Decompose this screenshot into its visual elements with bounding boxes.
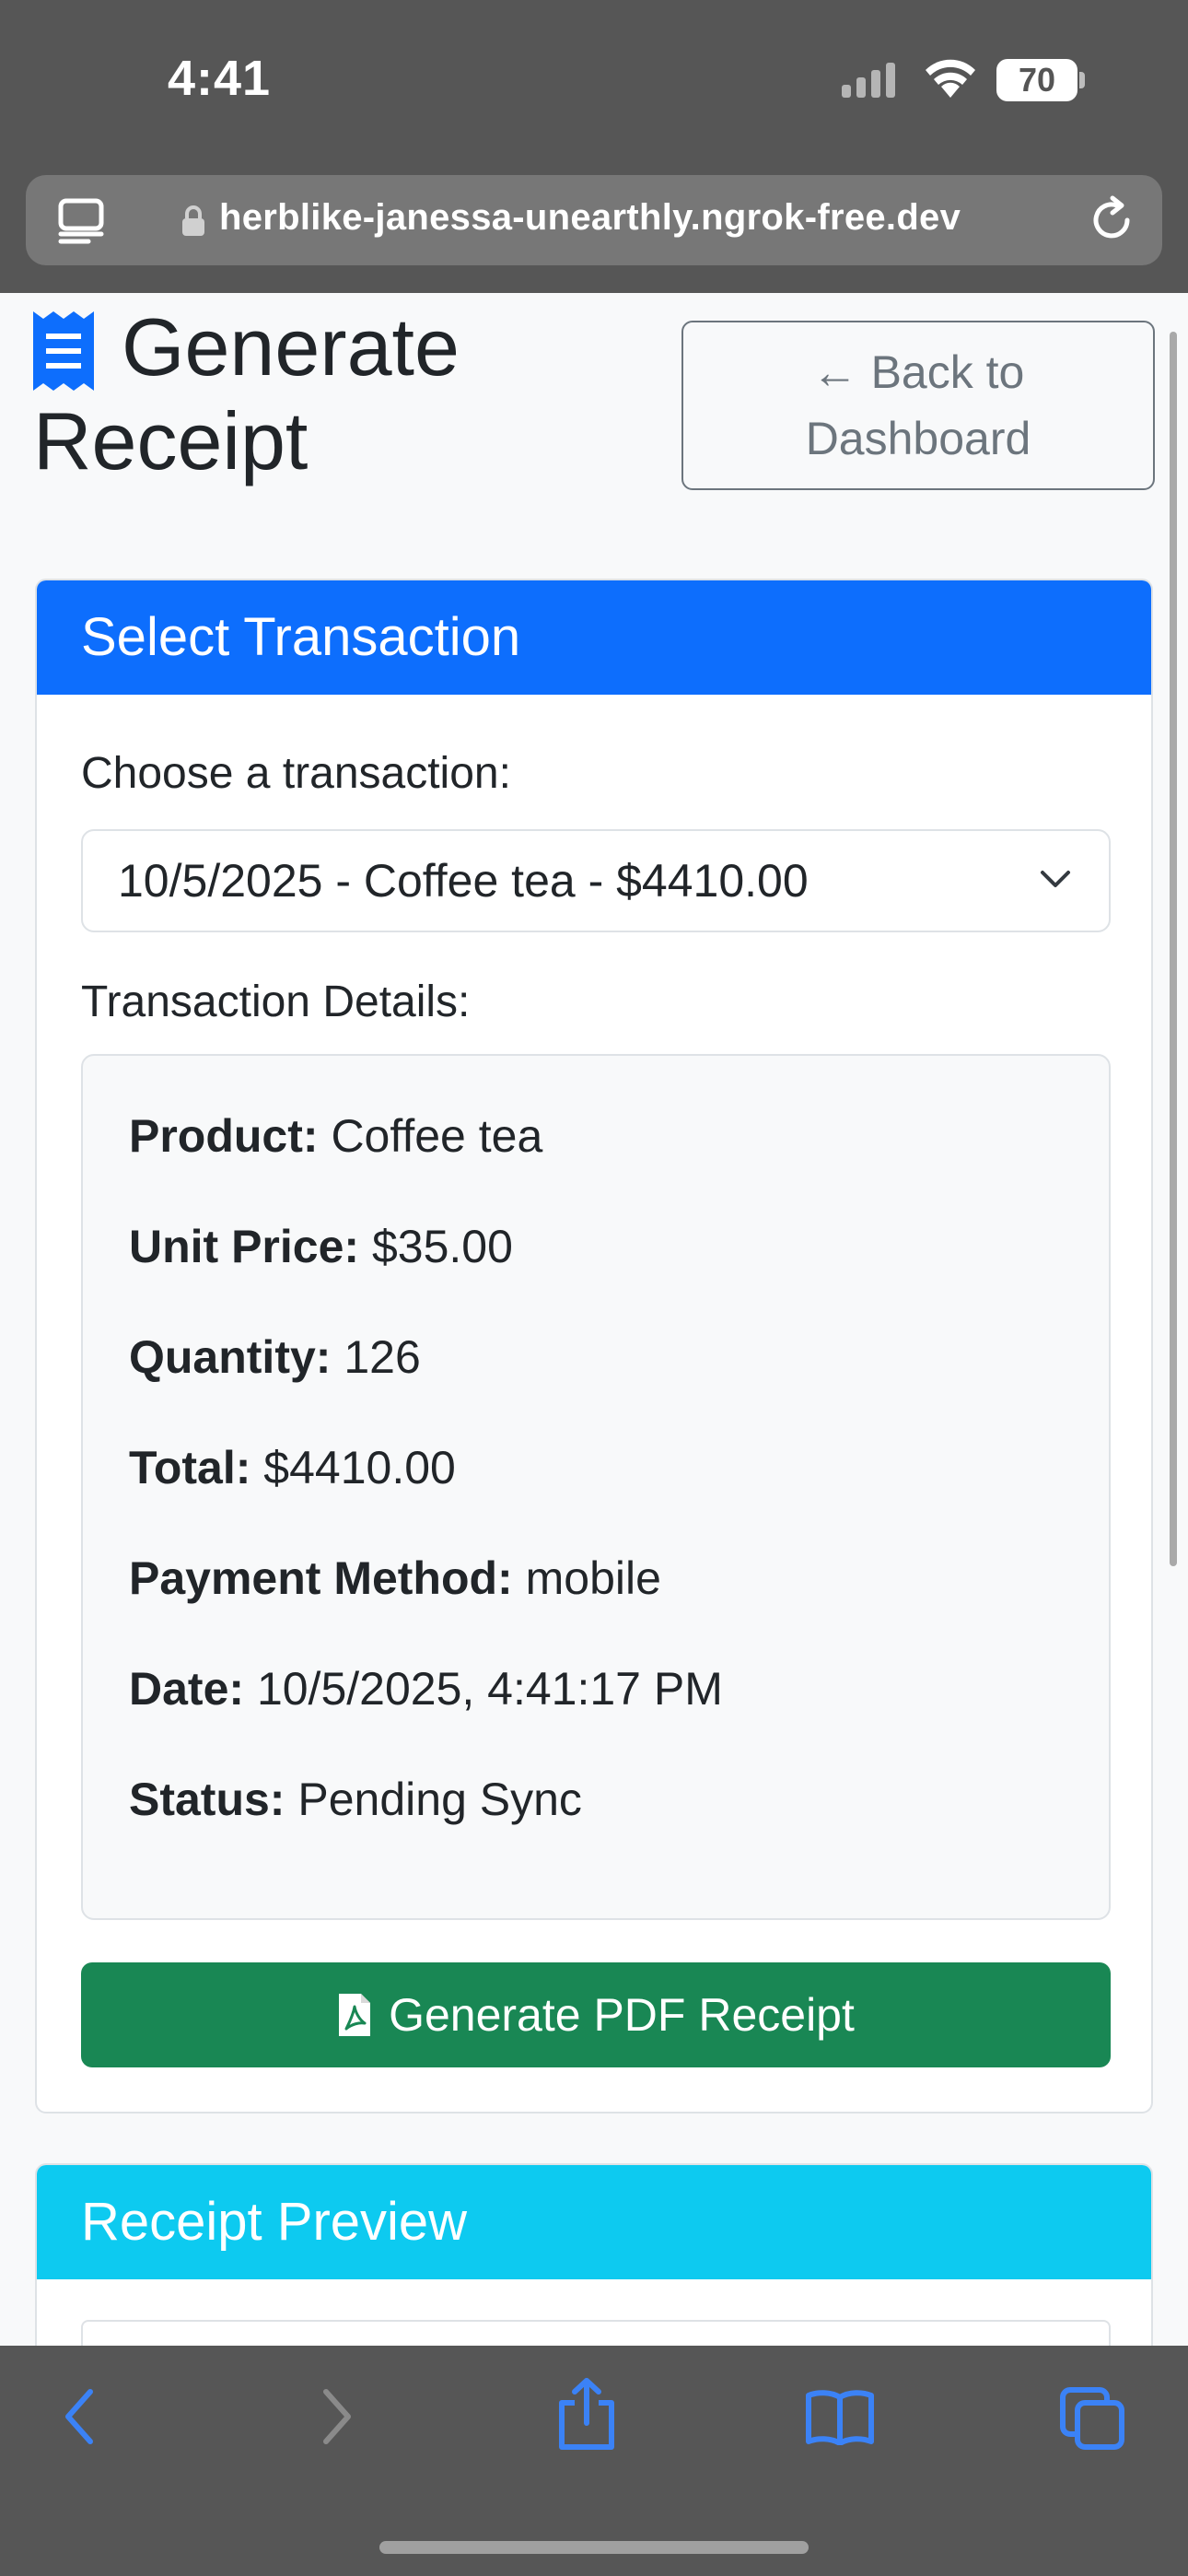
detail-quantity: Quantity: 126 [129,1330,421,1384]
share-icon[interactable] [556,2377,617,2451]
select-transaction-card: Select Transaction Choose a transaction:… [35,579,1153,2113]
detail-product: Product: Coffee tea [129,1109,542,1163]
detail-product-value: Coffee tea [331,1110,543,1162]
battery-cap [1079,72,1085,88]
detail-date: Date: 10/5/2025, 4:41:17 PM [129,1662,723,1715]
home-indicator [379,2541,809,2554]
wifi-icon [926,59,975,98]
generate-pdf-label: Generate PDF Receipt [389,1989,855,2041]
browser-toolbar [0,2346,1188,2576]
choose-transaction-label: Choose a transaction: [81,749,511,798]
detail-total-label: Total: [129,1442,251,1493]
detail-unit-price-label: Unit Price: [129,1221,360,1272]
detail-payment-method: Payment Method: mobile [129,1551,661,1605]
generate-pdf-receipt-button[interactable]: Generate PDF Receipt [81,1962,1111,2067]
screen: 4:41 70 herblike-janessa-unearthly.ngrok… [0,0,1188,2576]
back-button-label-line2: Dashboard [805,413,1031,464]
detail-total-value: $4410.00 [263,1442,456,1493]
back-icon[interactable] [57,2384,103,2449]
detail-unit-price: Unit Price: $35.00 [129,1220,513,1273]
battery-level: 70 [1018,61,1056,99]
detail-total: Total: $4410.00 [129,1441,456,1494]
detail-product-label: Product: [129,1110,319,1162]
battery-icon: 70 [996,59,1077,101]
chevron-down-icon [1041,871,1070,887]
detail-status-value: Pending Sync [297,1774,582,1825]
back-button-label-line1: Back to [870,346,1025,398]
transaction-details-box: Product: Coffee tea Unit Price: $35.00 Q… [81,1054,1111,1920]
detail-quantity-label: Quantity: [129,1331,332,1383]
back-to-dashboard-button[interactable]: ← Back to Dashboard [681,321,1155,490]
page-title: Generate Receipt [33,300,659,488]
detail-payment-method-value: mobile [525,1552,661,1604]
detail-quantity-value: 126 [344,1331,421,1383]
url-text[interactable]: herblike-janessa-unearthly.ngrok-free.de… [219,197,961,239]
transaction-select[interactable]: 10/5/2025 - Coffee tea - $4410.00 [81,829,1111,932]
file-pdf-icon [339,1994,371,2036]
detail-status-label: Status: [129,1774,285,1825]
page-title-line1: Generate [122,301,460,392]
transaction-details-label: Transaction Details: [81,978,471,1026]
detail-status: Status: Pending Sync [129,1773,582,1826]
arrow-left-icon: ← [811,346,858,398]
cellular-signal-icon [842,63,895,98]
browser-chrome: 4:41 70 herblike-janessa-unearthly.ngrok… [0,0,1188,293]
selected-transaction: 10/5/2025 - Coffee tea - $4410.00 [118,855,809,907]
forward-icon [323,2389,351,2444]
detail-payment-method-label: Payment Method: [129,1552,513,1604]
status-time: 4:41 [168,51,272,106]
page-scrollbar[interactable] [1170,332,1177,1566]
page-menu-icon[interactable] [57,197,105,245]
detail-date-value: 10/5/2025, 4:41:17 PM [256,1663,723,1715]
detail-unit-price-value: $35.00 [371,1221,513,1272]
lock-icon [182,205,204,236]
tabs-icon[interactable] [1059,2386,1127,2451]
page-title-line2: Receipt [33,395,309,486]
url-bar[interactable]: herblike-janessa-unearthly.ngrok-free.de… [26,175,1162,265]
detail-date-label: Date: [129,1663,245,1715]
receipt-preview-header: Receipt Preview [37,2165,1151,2279]
select-transaction-header: Select Transaction [37,580,1151,695]
reload-icon[interactable] [1085,193,1138,247]
bookmarks-icon[interactable] [805,2388,875,2445]
